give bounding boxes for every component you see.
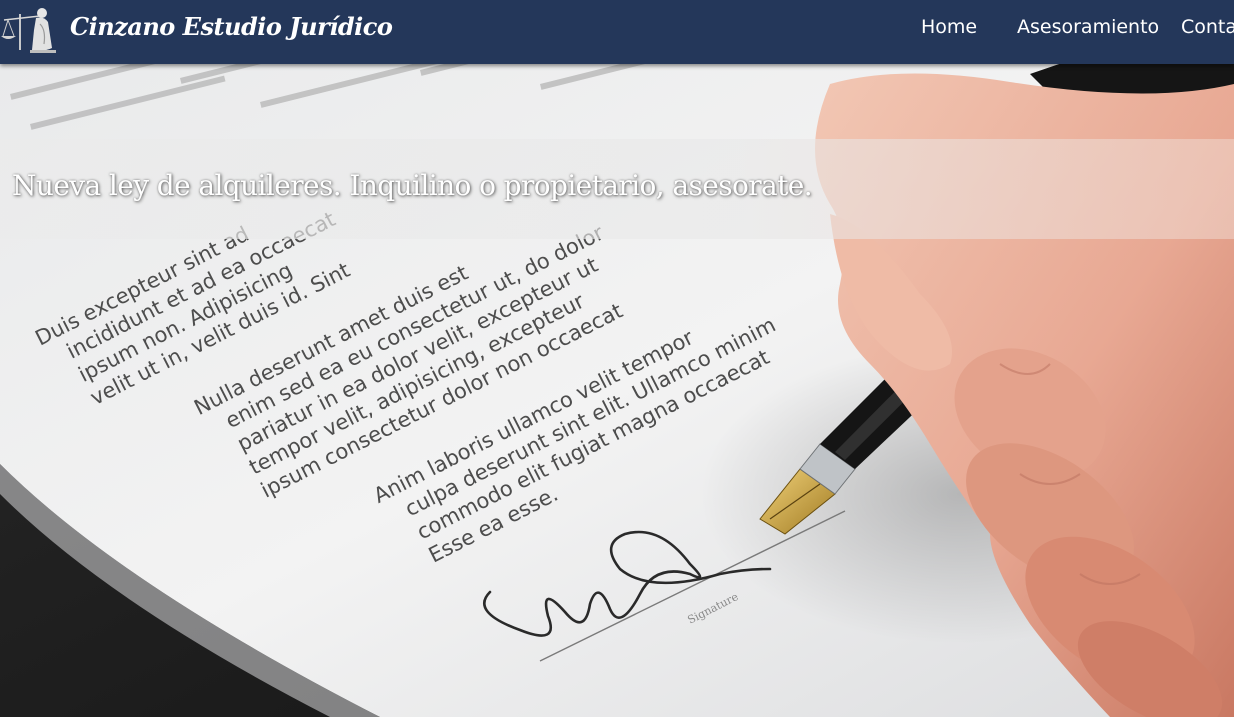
top-navbar: Cinzano Estudio Jurídico Home Asesoramie… [0,0,1234,64]
scales-of-justice-icon[interactable] [0,4,58,54]
nav-contacto[interactable]: Conta [1181,16,1234,38]
nav-home[interactable]: Home [921,16,977,38]
hero-banner: Nueva ley de alquileres. Inquilino o pro… [0,139,1234,239]
hero-headline: Nueva ley de alquileres. Inquilino o pro… [12,169,813,202]
brand-name[interactable]: Cinzano Estudio Jurídico [70,12,393,41]
nav-asesoramiento[interactable]: Asesoramiento [1017,16,1159,38]
page: Cinzano Estudio Jurídico Home Asesoramie… [0,0,1234,717]
main-nav: Home Asesoramiento Conta [914,0,1234,54]
